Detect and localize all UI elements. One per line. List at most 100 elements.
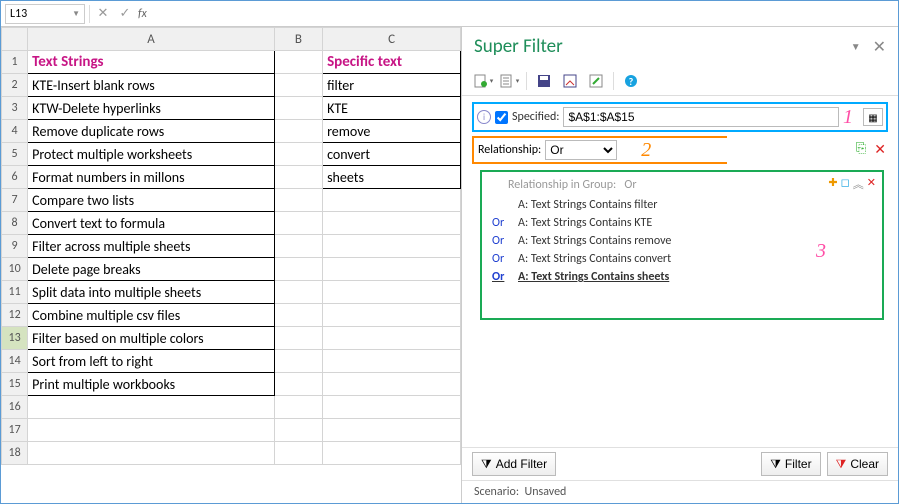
cell[interactable]: Delete page breaks [28,258,275,281]
cell[interactable]: Compare two lists [28,189,275,212]
row-header[interactable]: 14 [2,350,28,373]
cell[interactable] [274,212,322,235]
row-header[interactable]: 17 [2,419,28,442]
cell[interactable] [323,396,461,419]
filter-condition[interactable]: OrA: Text Strings Contains remove [492,232,872,250]
cell[interactable]: Remove duplicate rows [28,120,275,143]
specified-checkbox[interactable] [495,111,508,124]
cell[interactable] [323,442,461,465]
cell[interactable]: Convert text to formula [28,212,275,235]
cell[interactable] [274,51,322,74]
cell[interactable] [323,304,461,327]
cell[interactable]: Filter across multiple sheets [28,235,275,258]
cell[interactable]: KTW-Delete hyperlinks [28,97,275,120]
range-input[interactable] [563,107,839,127]
cell[interactable] [274,258,322,281]
cell[interactable] [274,281,322,304]
select-all-corner[interactable] [2,28,28,51]
add-group-icon[interactable]: ⎘ [856,141,866,158]
add-condition-icon[interactable]: ✚ [828,176,837,192]
cell[interactable] [323,419,461,442]
col-header-A[interactable]: A [28,28,275,51]
filter-condition[interactable]: OrA: Text Strings Contains filter [492,196,872,214]
copy-condition-icon[interactable]: ◻ [841,176,850,192]
cell[interactable] [274,327,322,350]
cell[interactable] [274,143,322,166]
filter-button[interactable]: ⧩Filter [761,452,820,476]
cell[interactable]: convert [323,143,461,166]
save-icon[interactable] [533,70,555,92]
row-header[interactable]: 15 [2,373,28,396]
accept-formula-icon[interactable]: ✓ [116,5,134,23]
cell[interactable]: Specific text [323,51,461,74]
cell[interactable]: Text Strings [28,51,275,74]
cell[interactable]: Sort from left to right [28,350,275,373]
cell[interactable]: Print multiple workbooks [28,373,275,396]
row-header[interactable]: 6 [2,166,28,189]
spreadsheet[interactable]: A B C 1Text Strings Specific text 2KTE-Ins… [1,27,461,503]
close-icon[interactable]: ✕ [873,37,886,57]
cell[interactable] [274,235,322,258]
cell[interactable] [28,442,275,465]
cell[interactable] [274,396,322,419]
new-scenario-icon[interactable] [472,70,494,92]
col-header-C[interactable]: C [323,28,461,51]
row-header[interactable]: 2 [2,74,28,97]
row-header[interactable]: 13 [2,327,28,350]
save-as-icon[interactable] [559,70,581,92]
row-header[interactable]: 4 [2,120,28,143]
cell[interactable] [323,189,461,212]
cell[interactable] [323,235,461,258]
filter-condition[interactable]: OrA: Text Strings Contains sheets [492,268,872,286]
cell[interactable] [323,212,461,235]
cell[interactable]: Combine multiple csv files [28,304,275,327]
filter-condition[interactable]: OrA: Text Strings Contains KTE [492,214,872,232]
rename-icon[interactable] [585,70,607,92]
row-header[interactable]: 16 [2,396,28,419]
delete-group-icon[interactable]: ✕ [874,141,886,158]
cell[interactable]: remove [323,120,461,143]
help-icon[interactable]: ? [620,70,642,92]
collapse-icon[interactable]: ︽ [853,176,864,192]
cell[interactable] [274,442,322,465]
cell[interactable]: KTE-Insert blank rows [28,74,275,97]
cell[interactable] [274,166,322,189]
cell[interactable] [323,327,461,350]
row-header[interactable]: 7 [2,189,28,212]
info-icon[interactable]: i [477,110,491,124]
row-header[interactable]: 9 [2,235,28,258]
cell[interactable] [323,373,461,396]
cell[interactable]: filter [323,74,461,97]
row-header[interactable]: 8 [2,212,28,235]
cell[interactable] [274,120,322,143]
cell[interactable] [274,97,322,120]
clear-button[interactable]: ⧩Clear [827,452,888,476]
cell[interactable]: sheets [323,166,461,189]
add-filter-button[interactable]: ⧩Add Filter [472,452,556,476]
range-picker-icon[interactable]: ▦ [863,108,883,126]
cell[interactable]: Split data into multiple sheets [28,281,275,304]
row-header[interactable]: 5 [2,143,28,166]
open-scenario-icon[interactable] [498,70,520,92]
cell[interactable] [274,419,322,442]
chevron-down-icon[interactable]: ▼ [72,9,80,19]
col-header-B[interactable]: B [274,28,322,51]
cell[interactable] [274,74,322,97]
remove-condition-icon[interactable]: ✕ [867,176,876,192]
cell[interactable] [274,373,322,396]
row-header[interactable]: 1 [2,51,28,74]
cell[interactable] [28,396,275,419]
fx-label[interactable]: fx [138,7,147,21]
cell[interactable] [323,281,461,304]
name-box[interactable]: L13 ▼ [5,4,85,24]
row-header[interactable]: 11 [2,281,28,304]
row-header[interactable]: 18 [2,442,28,465]
panel-menu-icon[interactable]: ▼ [851,40,861,53]
row-header[interactable]: 3 [2,97,28,120]
cancel-formula-icon[interactable]: ✕ [94,5,112,23]
relationship-select[interactable]: Or [545,140,617,160]
cell[interactable]: Protect multiple worksheets [28,143,275,166]
cell[interactable]: KTE [323,97,461,120]
cell[interactable] [274,189,322,212]
row-header[interactable]: 10 [2,258,28,281]
